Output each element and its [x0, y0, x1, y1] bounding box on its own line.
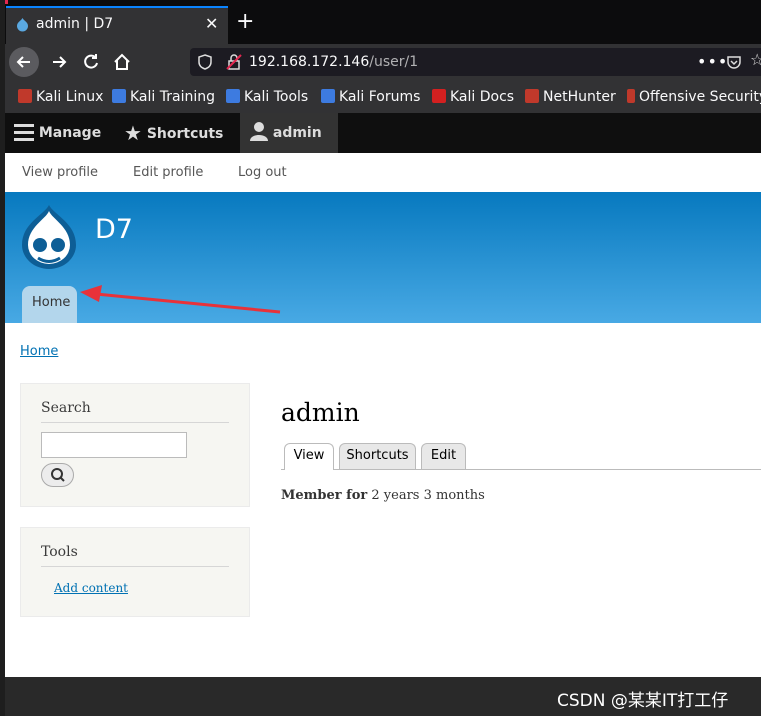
toolbar-manage-label: Manage — [38, 125, 102, 141]
drupal-logo-icon[interactable] — [18, 203, 80, 271]
shield-icon — [198, 54, 212, 70]
reload-button[interactable] — [76, 47, 106, 77]
bookmark-label: Kali Docs — [450, 89, 515, 105]
tools-block-title: Tools — [41, 544, 78, 560]
user-icon — [250, 122, 268, 141]
pocket-icon[interactable] — [726, 54, 742, 70]
offsec-bookmark-icon — [627, 89, 635, 103]
bookmark-star-icon[interactable]: ☆ — [750, 50, 761, 69]
logout-link[interactable]: Log out — [238, 165, 287, 180]
bookmark-label: NetHunter — [543, 89, 616, 105]
toolbar-manage[interactable]: Manage — [14, 113, 101, 153]
search-block-title: Search — [41, 400, 91, 416]
drupal-favicon-icon — [17, 18, 28, 32]
toolbar-user[interactable]: admin — [250, 113, 322, 153]
forward-button[interactable] — [44, 47, 74, 77]
forward-arrow-icon — [53, 56, 67, 68]
insecure-lock-icon — [226, 54, 242, 70]
main-menu-home-label: Home — [32, 295, 71, 310]
toolbar-tray — [5, 153, 761, 193]
bookmark-offensive-security[interactable]: Offensive Security — [627, 89, 761, 105]
nethunter-bookmark-icon — [525, 89, 539, 103]
back-button[interactable] — [9, 47, 39, 77]
bookmark-nethunter[interactable]: NetHunter — [525, 89, 616, 105]
divider — [41, 422, 229, 423]
hamburger-icon — [14, 124, 34, 141]
bookmark-label: Kali Tools — [244, 89, 309, 105]
home-button[interactable] — [107, 47, 137, 77]
star-icon: ★ — [124, 121, 142, 145]
bookmark-kali-linux[interactable]: Kali Linux — [18, 89, 103, 105]
url-text[interactable]: 192.168.172.146/user/1 — [249, 54, 418, 70]
admin-toolbar — [0, 113, 761, 153]
url-path: /user/1 — [369, 54, 419, 70]
bookmark-label: Kali Linux — [36, 89, 104, 105]
divider — [41, 566, 229, 567]
tab-close-icon[interactable]: ✕ — [205, 14, 218, 33]
add-content-link[interactable]: Add content — [54, 581, 128, 595]
kali-bookmark-icon — [226, 89, 240, 103]
search-button[interactable] — [41, 463, 74, 487]
search-input[interactable] — [41, 432, 187, 458]
docs-bookmark-icon — [432, 89, 446, 103]
site-header — [5, 192, 761, 323]
toolbar-shortcuts-label: Shortcuts — [146, 126, 224, 142]
watermark: CSDN @某某IT打工仔 — [557, 691, 729, 711]
site-name[interactable]: D7 — [95, 214, 133, 245]
member-for-field: Member for 2 years 3 months — [281, 488, 485, 503]
bookmark-label: Offensive Security — [639, 89, 761, 105]
bookmark-kali-tools[interactable]: Kali Tools — [226, 89, 308, 105]
search-icon — [51, 468, 65, 482]
bookmark-kali-forums[interactable]: Kali Forums — [321, 89, 420, 105]
tab-view[interactable]: View — [284, 443, 334, 470]
breadcrumb-home[interactable]: Home — [20, 344, 58, 359]
url-host: 192.168.172.146 — [249, 54, 370, 70]
tab-shortcuts[interactable]: Shortcuts — [339, 443, 416, 469]
page-title: admin — [281, 398, 360, 427]
tools-block — [20, 527, 250, 617]
kali-bookmark-icon — [112, 89, 126, 103]
member-for-value: 2 years 3 months — [371, 488, 485, 503]
bookmark-label: Kali Training — [130, 89, 215, 105]
home-icon — [114, 53, 130, 70]
back-arrow-icon — [16, 56, 30, 68]
new-tab-button[interactable]: + — [236, 11, 254, 33]
view-profile-link[interactable]: View profile — [22, 165, 98, 180]
window-edge — [0, 0, 5, 716]
edit-profile-link[interactable]: Edit profile — [133, 165, 203, 180]
member-for-label: Member for — [281, 488, 368, 503]
page-actions-icon[interactable]: ••• — [697, 52, 728, 71]
tab-title: admin | D7 — [36, 16, 114, 32]
reload-icon — [84, 54, 98, 69]
kali-bookmark-icon — [18, 89, 32, 103]
bookmark-kali-training[interactable]: Kali Training — [112, 89, 215, 105]
kali-bookmark-icon — [321, 89, 335, 103]
bookmark-kali-docs[interactable]: Kali Docs — [432, 89, 514, 105]
tab-edit[interactable]: Edit — [421, 443, 466, 469]
tabs-divider — [281, 469, 761, 470]
toolbar-shortcuts[interactable]: ★ Shortcuts — [124, 113, 223, 153]
toolbar-user-label: admin — [272, 125, 322, 141]
bookmark-label: Kali Forums — [339, 89, 421, 105]
